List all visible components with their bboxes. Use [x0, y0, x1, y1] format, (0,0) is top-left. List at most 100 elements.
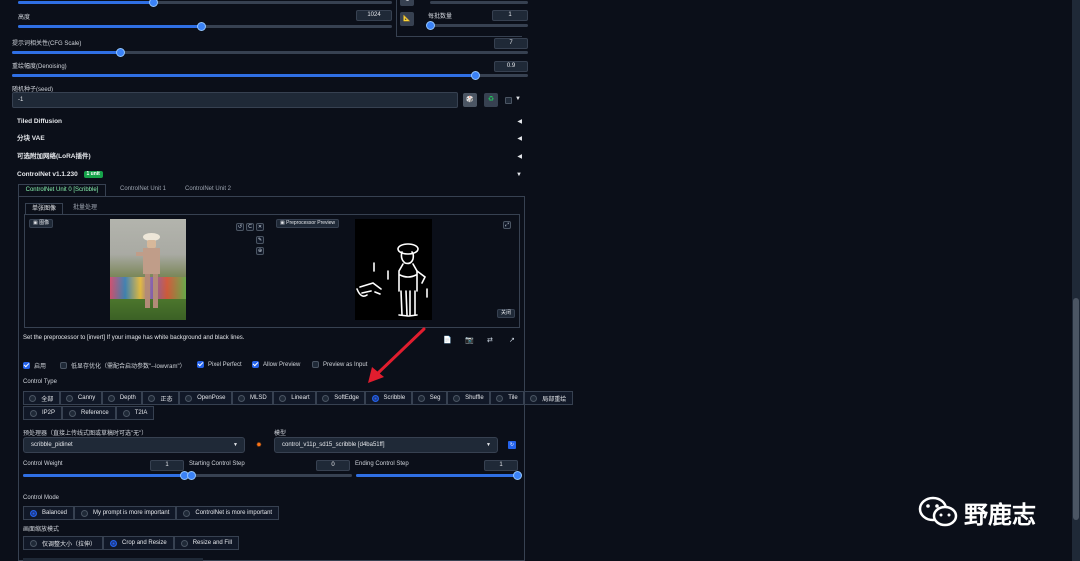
accordion-label: 可选附加网络(LoRA插件)	[17, 153, 91, 160]
control-type-option[interactable]: IP2P	[23, 406, 63, 420]
preview-label-text: Preprocessor Preview	[286, 220, 336, 226]
control-type-option[interactable]: MLSD	[231, 391, 273, 405]
hint-text: Set the preprocessor to [invert] If your…	[23, 335, 245, 341]
seed-extra-toggle[interactable]: ▼	[515, 96, 521, 102]
control-type-option[interactable]: T2IA	[115, 406, 155, 420]
swap-dimensions-button[interactable]: ⇅	[400, 0, 414, 6]
batch-size-label: 每批数量	[428, 14, 453, 20]
batch-size-input[interactable]: 1	[492, 10, 528, 21]
control-type-option[interactable]: 局部重绘	[524, 391, 573, 405]
run-preprocessor-button[interactable]: ✹	[256, 441, 262, 449]
resize-mode-option[interactable]: Crop and Resize	[103, 536, 174, 550]
control-weight-slider[interactable]	[23, 471, 189, 480]
accordion-lora[interactable]: 可选附加网络(LoRA插件) ◀	[11, 150, 525, 164]
control-mode-label: Control Mode	[23, 495, 60, 501]
close-icon[interactable]: ✕	[256, 223, 264, 231]
batch-size-slider[interactable]	[426, 21, 528, 30]
image-tab-single[interactable]: 单张图像	[25, 203, 63, 214]
red-arrow-annotation	[368, 327, 426, 383]
radio-icon	[279, 394, 287, 402]
image-tab-batch[interactable]: 批量处理	[67, 203, 103, 214]
radio-icon	[530, 394, 538, 402]
control-type-option[interactable]: Lineart	[272, 391, 316, 405]
control-weight-input[interactable]: 1	[150, 460, 184, 471]
preview-close-button[interactable]: 关闭	[497, 309, 516, 318]
unit-tab-0[interactable]: ControlNet Unit 0 [Scribble]	[18, 184, 106, 196]
seed-input[interactable]: -1	[12, 92, 458, 108]
new-canvas-button[interactable]: 📄	[443, 336, 452, 344]
accordion-label: ControlNet v1.1.230	[17, 171, 78, 178]
denoising-input[interactable]: 0.9	[494, 61, 528, 72]
control-type-option[interactable]: Seg	[411, 391, 447, 405]
cfg-slider[interactable]	[12, 48, 528, 57]
control-mode-option-label: ControlNet is more important	[195, 510, 273, 516]
brush-icon[interactable]: ✎	[256, 236, 264, 244]
ending-step-input[interactable]: 1	[484, 460, 518, 471]
enable-checkbox[interactable]: 启用	[23, 361, 46, 370]
control-type-option[interactable]: Tile	[489, 391, 524, 405]
accordion-controlnet[interactable]: ControlNet v1.1.230 1 unit ▼	[11, 168, 525, 182]
allow-preview-checkbox[interactable]: Allow Preview	[252, 361, 300, 368]
seed-extra-checkbox[interactable]	[505, 97, 512, 104]
control-type-option[interactable]: SoftEdge	[315, 391, 366, 405]
starting-step-slider[interactable]	[187, 471, 352, 480]
dice-button[interactable]: 🎲	[463, 93, 477, 107]
preprocessor-dropdown[interactable]: scribble_pidinet ▼	[23, 437, 245, 453]
starting-step-input[interactable]: 0	[316, 460, 350, 471]
checkbox-label: Allow Preview	[263, 361, 301, 368]
unit-tab-1[interactable]: ControlNet Unit 1	[113, 184, 173, 196]
unit-badge: 1 unit	[83, 170, 103, 178]
control-mode-option[interactable]: ControlNet is more important	[176, 506, 280, 520]
model-dropdown[interactable]: control_v11p_sd15_scribble [d4ba51ff] ▼	[274, 437, 498, 453]
cfg-input[interactable]: 7	[494, 38, 528, 49]
accordion-tiled-diffusion[interactable]: Tiled Diffusion ◀	[11, 115, 525, 129]
ending-step-slider[interactable]	[356, 471, 522, 480]
chevron-down-icon: ▼	[233, 442, 238, 448]
clear-icon[interactable]: C	[246, 223, 254, 231]
control-type-option[interactable]: 正态	[142, 391, 179, 405]
height-slider[interactable]	[18, 22, 392, 31]
control-type-option-label: 全部	[41, 396, 54, 403]
low-vram-checkbox[interactable]: 低显存优化（需配合启动参数"--lowvram"）	[60, 361, 186, 370]
resize-mode-option[interactable]: 仅调整大小（拉伸）	[23, 536, 104, 550]
input-image[interactable]	[110, 219, 186, 320]
top-slider-left[interactable]	[18, 0, 392, 7]
checkbox-icon	[23, 362, 30, 369]
control-mode-options: Balanced My prompt is more important Contr…	[23, 506, 280, 520]
preprocessor-preview-image	[355, 219, 432, 320]
control-type-option[interactable]: Depth	[101, 391, 143, 405]
recycle-button[interactable]: ♻	[484, 93, 498, 107]
camera-button[interactable]: 📷	[465, 336, 474, 344]
control-type-option[interactable]: OpenPose	[178, 391, 232, 405]
resize-mode-option[interactable]: Resize and Fill	[173, 536, 240, 550]
ratio-lock-button[interactable]: 📐	[400, 12, 414, 26]
control-type-option[interactable]: 全部	[23, 391, 60, 405]
radio-icon	[148, 394, 156, 402]
refresh-models-button[interactable]: ↻	[508, 441, 516, 449]
accordion-tiled-vae[interactable]: 分块 VAE ◀	[11, 132, 525, 146]
fullscreen-icon[interactable]: ⊕	[256, 247, 264, 255]
height-input[interactable]: 1024	[356, 10, 392, 21]
new-canvas-icon: 📄	[443, 337, 452, 344]
pixel-perfect-checkbox[interactable]: Pixel Perfect	[197, 361, 242, 368]
preprocessor-label: 预处理器（直接上传线式图或草稿时可选"无"）	[23, 431, 148, 437]
control-mode-option[interactable]: Balanced	[23, 506, 75, 520]
dropdown-value: scribble_pidinet	[31, 442, 73, 448]
top-slider-right[interactable]	[430, 1, 528, 4]
scrollbar-thumb[interactable]	[1073, 298, 1079, 520]
control-mode-option[interactable]: My prompt is more important	[74, 506, 177, 520]
send-dimensions-button[interactable]: ↗	[509, 336, 515, 344]
swap-button[interactable]: ⇄	[487, 336, 493, 344]
denoising-slider[interactable]	[12, 71, 528, 80]
radio-icon	[81, 509, 89, 517]
control-type-option[interactable]: Canny	[59, 391, 102, 405]
unit-tab-2[interactable]: ControlNet Unit 2	[178, 184, 238, 196]
control-type-option[interactable]: Reference	[62, 406, 116, 420]
checkbox-label: 低显存优化（需配合启动参数"--lowvram"）	[71, 364, 186, 370]
control-type-option[interactable]: Scribble	[365, 391, 412, 405]
preview-expand-icon[interactable]: ⤢	[503, 221, 511, 229]
control-type-option[interactable]: Shuffle	[446, 391, 490, 405]
undo-icon[interactable]: ↺	[236, 223, 244, 231]
radio-icon	[417, 394, 425, 402]
control-type-option-label: 局部重绘	[542, 396, 567, 403]
